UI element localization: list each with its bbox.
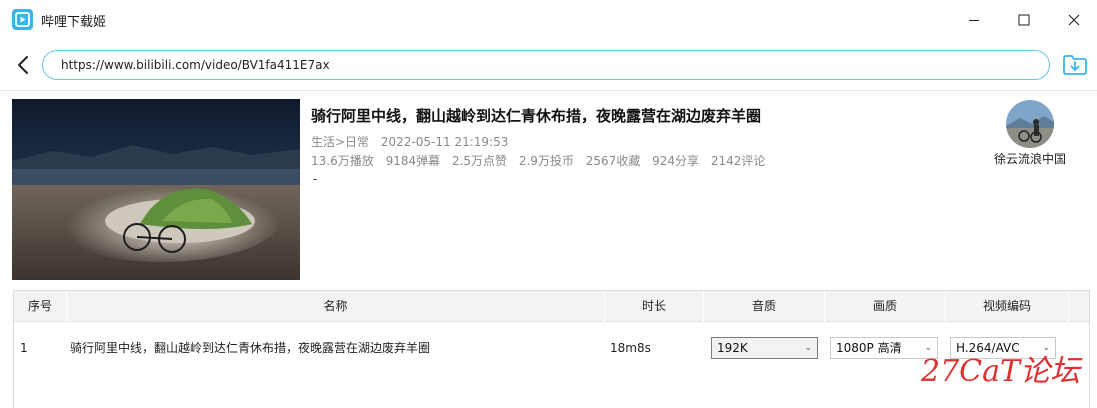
stat-comments: 2142评论 [710, 154, 766, 168]
video-quality-value: 1080P 高清 [836, 341, 902, 355]
video-description: - [313, 172, 318, 186]
row-index: 1 [20, 341, 28, 355]
header-audio-quality[interactable]: 音质 [704, 291, 825, 322]
minimize-button[interactable] [951, 0, 997, 40]
stat-likes: 2.5万点赞 [451, 154, 508, 168]
stat-favorites: 2567收藏 [585, 154, 641, 168]
url-field[interactable] [42, 50, 1050, 80]
header-duration[interactable]: 时长 [605, 291, 704, 322]
maximize-icon [1018, 14, 1030, 26]
app-title: 哔哩下载姬 [41, 15, 107, 30]
title-bar: 哔哩下载姬 [0, 0, 1097, 40]
uploader-name[interactable]: 徐云流浪中国 [980, 150, 1080, 167]
video-stats: 13.6万播放 9184弹幕 2.5万点赞 2.9万投币 2567收藏 924分… [311, 152, 773, 169]
chevron-left-icon [18, 56, 28, 74]
header-index[interactable]: 序号 [14, 291, 67, 322]
close-icon [1068, 14, 1080, 26]
stat-shares: 924分享 [652, 154, 700, 168]
table-header: 序号 名称 时长 音质 画质 视频编码 [14, 291, 1089, 322]
url-input[interactable] [61, 57, 1021, 73]
stat-plays: 13.6万播放 [311, 154, 374, 168]
download-button[interactable] [1061, 51, 1089, 79]
back-button[interactable] [12, 52, 34, 78]
divider [0, 90, 1097, 91]
header-video-quality[interactable]: 画质 [825, 291, 946, 322]
close-button[interactable] [1051, 0, 1097, 40]
app-logo-icon [12, 9, 33, 30]
publish-time: 2022-05-11 21:19:53 [380, 135, 509, 149]
audio-quality-value: 192K [717, 341, 748, 355]
header-video-codec[interactable]: 视频编码 [946, 291, 1069, 322]
video-title: 骑行阿里中线，翻山越岭到达仁青休布措，夜晚露营在湖边废弃羊圈 [311, 107, 762, 125]
stat-danmaku: 9184弹幕 [385, 154, 441, 168]
video-category: 生活>日常 [311, 135, 370, 149]
folder-download-icon [1063, 55, 1087, 75]
stat-coins: 2.9万投币 [518, 154, 574, 168]
chevron-down-icon: ⌄ [804, 343, 812, 353]
video-thumbnail [12, 99, 300, 280]
row-name: 骑行阿里中线，翻山越岭到达仁青休布措，夜晚露营在湖边废弃羊圈 [70, 341, 431, 355]
minimize-icon [969, 20, 979, 21]
video-meta: 生活>日常 2022-05-11 21:19:53 [311, 133, 516, 150]
maximize-button[interactable] [1001, 0, 1047, 40]
avatar[interactable] [1006, 100, 1054, 148]
audio-quality-select[interactable]: 192K ⌄ [711, 337, 818, 359]
watermark-text: 27CaT论坛 [921, 354, 1081, 389]
header-name[interactable]: 名称 [67, 291, 605, 322]
row-duration: 18m8s [610, 341, 651, 355]
